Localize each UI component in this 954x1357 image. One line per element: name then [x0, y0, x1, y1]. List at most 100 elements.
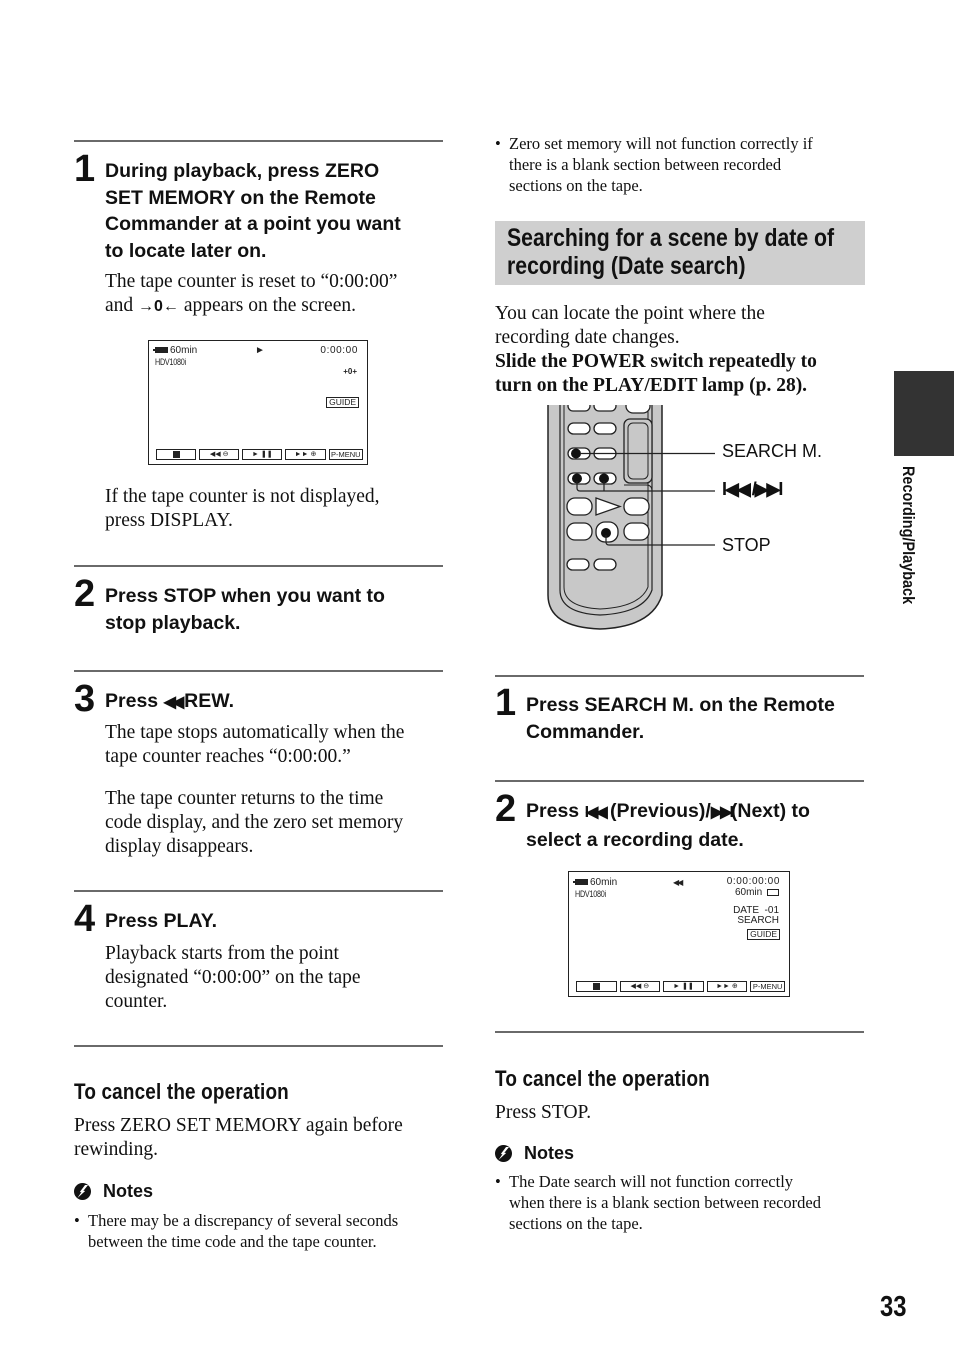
- guide-button[interactable]: GUIDE: [326, 397, 359, 408]
- step-title-line: stop playback.: [105, 611, 241, 634]
- body-line: The tape stops automatically when the: [105, 722, 405, 743]
- battery-indicator: 60min: [573, 877, 617, 888]
- section-title: Searching for a scene by date of recordi…: [507, 224, 834, 280]
- notes-heading-text: Notes: [103, 1181, 154, 1201]
- page-number: 33: [880, 1291, 907, 1323]
- notes-warning-icon: [74, 1182, 91, 1200]
- zero-set-icon: →0←: [138, 298, 179, 315]
- note-line: Zero set memory will not function correc…: [509, 134, 813, 153]
- play-pause-control[interactable]: ► ❚❚: [242, 449, 283, 460]
- tape-counter: 0:00:00: [320, 345, 358, 356]
- step-title: Press PLAY.: [105, 910, 218, 932]
- body-line: tape counter reaches “0:00:00.”: [105, 746, 351, 767]
- body-text: appears on the screen.: [178, 295, 356, 316]
- step-title-line: Commander.: [526, 720, 645, 743]
- p-menu-button[interactable]: P-MENU: [750, 981, 786, 992]
- divider-step-3: [74, 670, 443, 672]
- step-title-line: Press SEARCH M. on the Remote: [526, 694, 835, 716]
- body-line: You can locate the point where the: [495, 303, 765, 324]
- step-1-after-screen: If the tape counter is not displayed, pr…: [105, 485, 445, 533]
- step-3-body-2: The tape counter returns to the time cod…: [105, 787, 445, 859]
- note-item: There may be a discrepancy of several se…: [74, 1210, 454, 1252]
- note-line: The Date search will not function correc…: [509, 1172, 794, 1191]
- section-tab-marker: [894, 371, 954, 456]
- remote-button: [566, 558, 590, 571]
- body-line: recording date changes.: [495, 327, 680, 348]
- play-pause-control[interactable]: ► ❚❚: [663, 981, 704, 992]
- stop-callout: STOP: [722, 535, 771, 555]
- fast-forward-control[interactable]: ►► ⊕: [706, 981, 748, 992]
- note-line: there is a blank section between recorde…: [509, 155, 782, 174]
- body-line: rewinding.: [74, 1139, 158, 1160]
- stop-control[interactable]: [156, 449, 197, 460]
- notes-heading: Notes: [74, 1180, 153, 1202]
- body-line: Playback starts from the point: [105, 943, 339, 964]
- body-line: counter.: [105, 991, 168, 1012]
- body-line: designated “0:00:00” on the tape: [105, 967, 361, 988]
- body-line: code display, and the zero set memory: [105, 812, 404, 833]
- step-title-text: (Previous)/: [604, 800, 711, 822]
- remote-button: [623, 497, 650, 516]
- intro-text: You can locate the point where the recor…: [495, 302, 875, 398]
- battery-icon: [573, 879, 588, 886]
- notes-warning-icon: [495, 1144, 512, 1162]
- cancel-text: Press ZERO SET MEMORY again before rewin…: [74, 1114, 444, 1162]
- instruction-line: turn on the PLAY/EDIT lamp (p. 28).: [495, 375, 808, 396]
- section-title-banner: Searching for a scene by date of recordi…: [495, 221, 865, 285]
- step-number: 2: [74, 573, 96, 615]
- previous-icon: I◀◀: [584, 804, 608, 821]
- tape-remaining-text: 60min: [734, 887, 763, 898]
- play-status-icon: ►: [255, 345, 265, 356]
- remote-button: [566, 497, 593, 516]
- body-line: The tape counter returns to the time: [105, 788, 384, 809]
- next-icon: ▶▶I: [710, 804, 734, 821]
- rewind-control[interactable]: ◀◀ ⊖: [619, 981, 661, 992]
- remote-button: [623, 522, 650, 541]
- prev-next-callout: I◀◀ /▶▶I: [722, 479, 783, 499]
- divider-right-step-2: [495, 780, 864, 782]
- step-number: 4: [74, 898, 96, 940]
- format-label: HDV1080i: [575, 889, 606, 899]
- divider-step-2: [74, 565, 443, 567]
- cassette-icon: [767, 888, 779, 896]
- step-title: Press ◀◀ REW.: [105, 688, 234, 717]
- step-title-line: to locate later on.: [105, 239, 267, 262]
- step-number: 1: [74, 148, 96, 190]
- p-menu-button[interactable]: P-MENU: [328, 449, 363, 460]
- control-bar: ◀◀ ⊖ ► ❚❚ ►► ⊕ P-MENU: [156, 449, 363, 460]
- fast-forward-control[interactable]: ►► ⊕: [285, 449, 326, 460]
- step-title-line: SET MEMORY on the Remote: [105, 186, 376, 209]
- step-title-text: Press: [105, 690, 164, 712]
- stop-control[interactable]: [576, 981, 617, 992]
- cancel-text: Press STOP.: [495, 1102, 592, 1123]
- divider-step-1: [74, 140, 443, 142]
- note-line: There may be a discrepancy of several se…: [88, 1211, 399, 1230]
- step-title: Press I◀◀ (Previous)/▶▶I(Next) to select…: [526, 798, 810, 853]
- lcd-screen-date-search: 60min HDV1080i ◀◀ 0:00:00:00 60min DATE …: [568, 871, 790, 997]
- note-line: sections on the tape.: [509, 176, 643, 195]
- search-m-callout: SEARCH M.: [722, 441, 823, 461]
- section-title-line: Searching for a scene by date of: [507, 224, 835, 252]
- format-label: HDV1080i: [155, 357, 186, 367]
- body-text: and: [105, 295, 139, 316]
- note-line: between the time code and the tape count…: [88, 1232, 377, 1251]
- divider-step-4: [74, 890, 443, 892]
- notes-heading: Notes: [495, 1142, 574, 1164]
- rewind-status-icon: ◀◀: [673, 878, 683, 887]
- rewind-control[interactable]: ◀◀ ⊖: [199, 449, 240, 460]
- step-1-body: The tape counter is reset to “0:00:00” a…: [105, 270, 445, 319]
- note-line: sections on the tape.: [509, 1214, 643, 1233]
- body-line: Press ZERO SET MEMORY again before: [74, 1115, 403, 1136]
- step-title: Press STOP when you want to stop playbac…: [105, 583, 385, 636]
- step-number: 3: [74, 678, 96, 720]
- section-title-line: recording (Date search): [507, 252, 746, 280]
- instruction-line: Slide the POWER switch repeatedly to: [495, 351, 817, 372]
- remote-commander-illustration: [547, 405, 715, 630]
- step-title-text: REW.: [184, 690, 235, 712]
- guide-button[interactable]: GUIDE: [747, 929, 780, 940]
- cancel-heading: To cancel the operation: [74, 1079, 289, 1104]
- battery-indicator: 60min: [153, 345, 198, 356]
- notes-heading-text: Notes: [524, 1143, 575, 1163]
- step-title-line: During playback, press ZERO: [105, 160, 380, 182]
- battery-text: 60min: [170, 345, 198, 356]
